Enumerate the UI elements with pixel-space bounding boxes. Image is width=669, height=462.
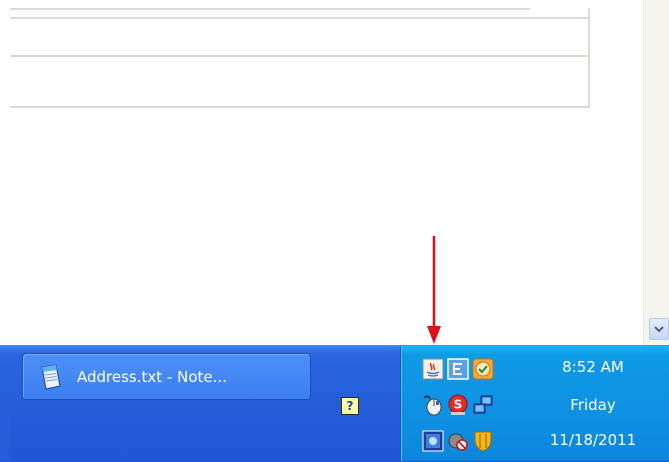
document-area <box>0 0 643 345</box>
scroll-down-button[interactable] <box>649 318 669 340</box>
clock-time[interactable]: 8:52 AM <box>548 358 638 376</box>
e-app-icon[interactable] <box>447 358 469 380</box>
network-icon[interactable] <box>472 394 494 416</box>
red-arrow-annotation <box>427 236 441 344</box>
table-border-line <box>10 17 590 19</box>
shield-icon[interactable] <box>472 430 494 452</box>
no-sound-icon[interactable] <box>447 430 469 452</box>
grid-app-icon[interactable] <box>422 430 444 452</box>
svg-text:S: S <box>454 398 463 412</box>
clock-sync-icon[interactable] <box>472 358 494 380</box>
vertical-scrollbar[interactable] <box>643 0 669 345</box>
clock-date[interactable]: 11/18/2011 <box>537 431 649 449</box>
table-border-line <box>10 55 590 57</box>
taskbar-window-label: Address.txt - Note... <box>77 367 227 386</box>
chevron-down-icon <box>654 326 664 333</box>
s-app-icon[interactable]: S <box>447 394 469 416</box>
java-icon[interactable] <box>422 358 444 380</box>
clock-day[interactable]: Friday <box>558 396 628 414</box>
table-border-line <box>10 8 530 10</box>
taskbar-window-button-notepad[interactable]: Address.txt - Note... <box>22 353 311 400</box>
mouse-icon[interactable] <box>422 394 444 416</box>
table-border-vertical <box>588 8 590 108</box>
taskbar-edge <box>0 393 10 461</box>
table-frame <box>0 0 590 108</box>
notepad-icon <box>41 363 61 390</box>
table-border-line <box>10 106 590 108</box>
help-icon[interactable]: ? <box>341 397 359 415</box>
